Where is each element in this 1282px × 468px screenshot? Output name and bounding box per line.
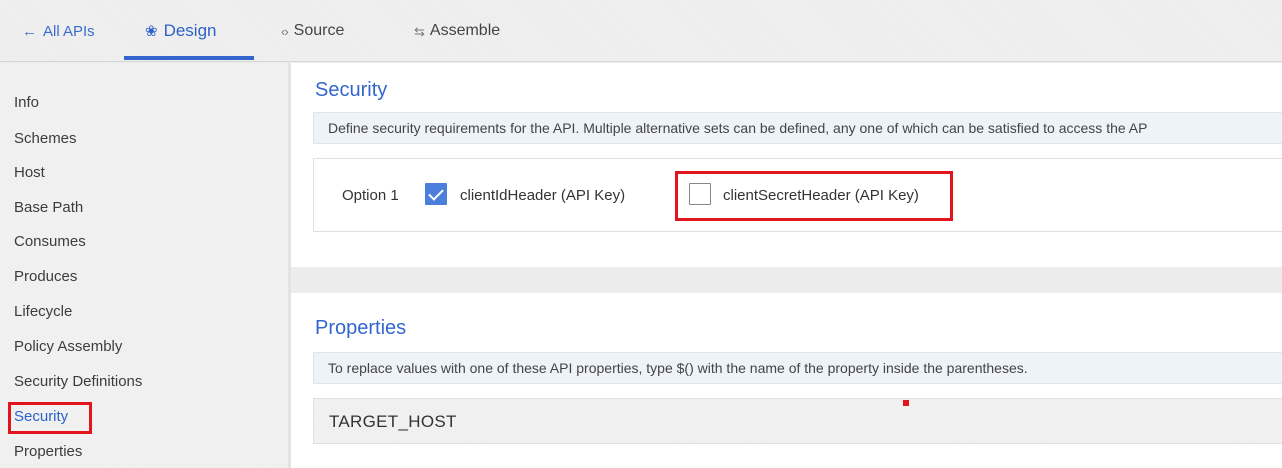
client-id-header-label[interactable]: clientIdHeader (API Key) (460, 187, 625, 204)
security-title: Security (315, 79, 388, 101)
client-id-header-checkbox[interactable] (425, 183, 447, 205)
sidebar-item-properties[interactable]: Properties (14, 443, 82, 460)
security-highlight-box (8, 402, 92, 434)
option-label: Option 1 (342, 187, 399, 204)
sidebar-item-schemes[interactable]: Schemes (14, 130, 77, 147)
sidebar-item-host[interactable]: Host (14, 164, 45, 181)
security-description: Define security requirements for the API… (313, 112, 1282, 144)
active-tab-indicator (124, 56, 254, 60)
security-section: Security Define security requirements fo… (291, 63, 1282, 267)
sidebar-item-security-definitions[interactable]: Security Definitions (14, 373, 142, 390)
tab-assemble-label: Assemble (429, 22, 501, 39)
tab-source[interactable]: ‹› Source (281, 0, 344, 62)
sidebar-item-produces[interactable]: Produces (14, 268, 77, 285)
property-row[interactable]: TARGET_HOST (313, 398, 1282, 444)
all-apis-label: All APIs (43, 22, 95, 40)
all-apis-link[interactable]: ← All APIs (22, 0, 95, 62)
red-marker (903, 400, 909, 406)
tab-assemble[interactable]: ⇆ Assemble (414, 0, 500, 62)
api-editor: ← All APIs ❀ Design ‹› Source ⇆ Assemble… (0, 0, 1282, 468)
sidebar-item-policy-assembly[interactable]: Policy Assembly (14, 338, 122, 355)
tab-design[interactable]: ❀ Design (145, 0, 217, 62)
properties-title: Properties (315, 317, 407, 339)
tab-source-label: Source (293, 22, 345, 39)
sidebar-item-consumes[interactable]: Consumes (14, 233, 86, 250)
security-option: Option 1 clientIdHeader (API Key) client… (313, 158, 1282, 232)
properties-description: To replace values with one of these API … (313, 352, 1282, 384)
top-nav: ← All APIs ❀ Design ‹› Source ⇆ Assemble (0, 0, 1282, 62)
assemble-icon: ⇆ (414, 23, 425, 39)
client-secret-highlight-box (675, 171, 953, 221)
sidebar-item-base-path[interactable]: Base Path (14, 199, 83, 216)
code-brackets-icon: ‹› (281, 23, 289, 39)
palette-icon: ❀ (145, 22, 158, 40)
arrow-left-icon: ← (22, 22, 37, 40)
sidebar-item-info[interactable]: Info (14, 94, 39, 111)
tab-design-label: Design (163, 21, 217, 40)
sidebar-item-lifecycle[interactable]: Lifecycle (14, 303, 72, 320)
properties-section: Properties To replace values with one of… (291, 293, 1282, 468)
property-name: TARGET_HOST (329, 412, 457, 431)
